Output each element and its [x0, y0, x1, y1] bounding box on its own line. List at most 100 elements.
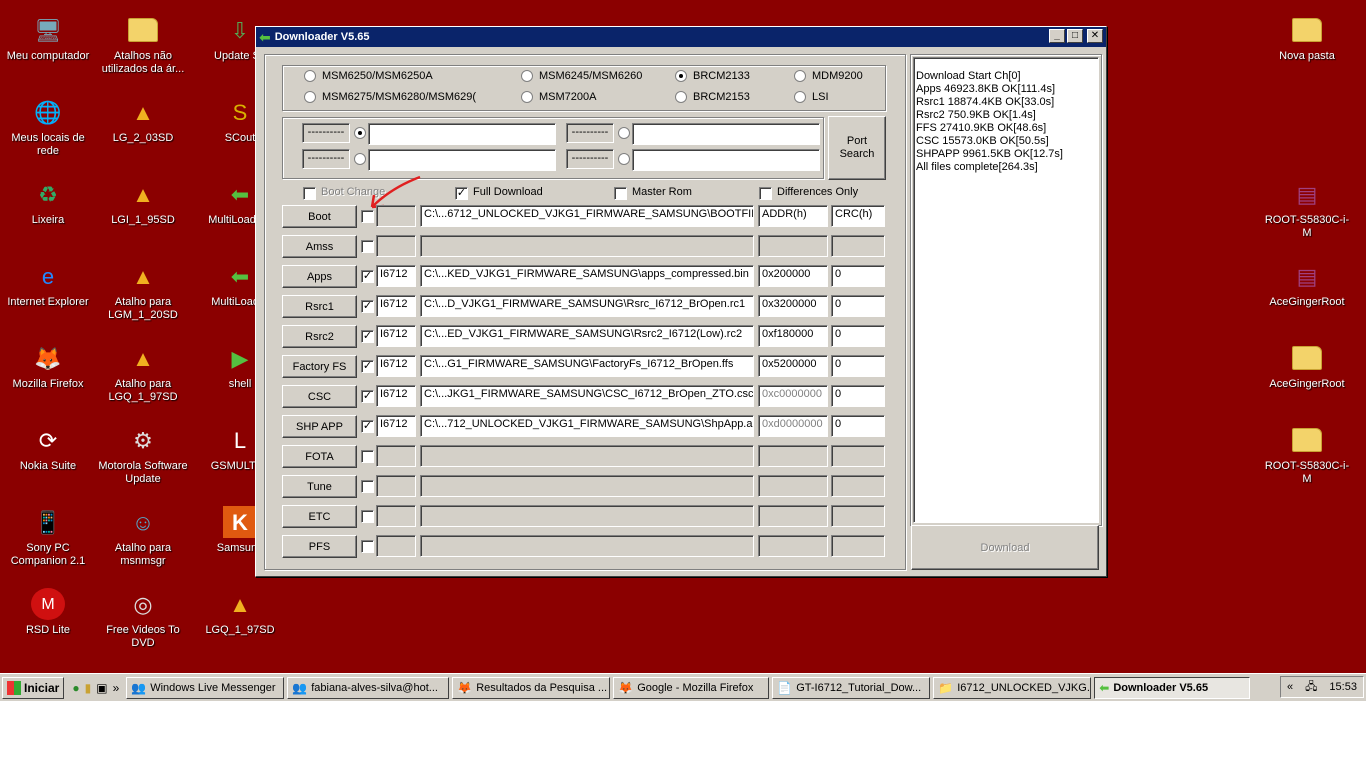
chipset-radio[interactable]: MSM6245/MSM6260 — [521, 70, 642, 82]
row-select-button[interactable]: Amss — [282, 235, 357, 258]
taskbar-task[interactable]: 📁 I6712_UNLOCKED_VJKG... — [933, 676, 1092, 699]
messenger-quicklaunch-icon[interactable]: ● — [72, 681, 79, 695]
row-select-button[interactable]: Factory FS — [282, 355, 357, 378]
port-field[interactable] — [632, 149, 820, 171]
row-crc-field[interactable]: 0 — [831, 415, 885, 437]
desktop-icon[interactable]: ⚙ Motorola Software Update — [95, 424, 191, 486]
desktop-icon[interactable]: ▤ ROOT-S5830C-i-M — [1259, 178, 1355, 240]
row-address-field[interactable]: 0x5200000 — [758, 355, 828, 377]
desktop-icon[interactable]: Atalhos não utilizados da ár... — [95, 14, 191, 76]
row-crc-field[interactable] — [831, 475, 885, 497]
desktop-icon[interactable]: Nova pasta — [1259, 14, 1355, 63]
row-checkbox[interactable]: ✓ — [361, 360, 374, 373]
chipset-radio[interactable]: MDM9200 — [794, 70, 863, 82]
download-button[interactable]: Download — [911, 525, 1099, 570]
taskbar-task[interactable]: 📄 GT-I6712_Tutorial_Dow... — [772, 676, 931, 699]
desktop-icon[interactable]: ▲ Atalho para LGQ_1_97SD — [95, 342, 191, 404]
port-radio[interactable] — [354, 127, 366, 139]
row-crc-field[interactable]: CRC(h) — [831, 205, 885, 227]
row-checkbox[interactable]: ✓ — [361, 420, 374, 433]
start-button[interactable]: Iniciar — [2, 676, 65, 699]
row-crc-field[interactable]: 0 — [831, 325, 885, 347]
row-select-button[interactable]: CSC — [282, 385, 357, 408]
row-select-button[interactable]: ETC — [282, 505, 357, 528]
row-path-field[interactable] — [420, 235, 754, 257]
desktop-icon[interactable]: e Internet Explorer — [0, 260, 96, 309]
desktop-icon[interactable]: AceGingerRoot — [1259, 342, 1355, 391]
row-crc-field[interactable]: 0 — [831, 295, 885, 317]
row-path-field[interactable]: C:\...G1_FIRMWARE_SAMSUNG\FactoryFs_I671… — [420, 355, 754, 377]
close-button[interactable]: ✕ — [1087, 29, 1103, 43]
desktop-icon[interactable]: ▤ AceGingerRoot — [1259, 260, 1355, 309]
row-address-field[interactable]: 0x3200000 — [758, 295, 828, 317]
row-checkbox[interactable]: ✓ — [361, 270, 374, 283]
row-crc-field[interactable]: 0 — [831, 265, 885, 287]
full-download-checkbox[interactable]: ✓ — [455, 187, 468, 200]
row-checkbox[interactable]: ✓ — [361, 390, 374, 403]
row-select-button[interactable]: PFS — [282, 535, 357, 558]
taskbar-task[interactable]: 🦊 Google - Mozilla Firefox — [613, 676, 770, 699]
desktop-icon[interactable]: M RSD Lite — [0, 588, 96, 637]
desktop-icon[interactable]: 🖥 Meu computador — [0, 14, 96, 63]
row-select-button[interactable]: Rsrc2 — [282, 325, 357, 348]
master-rom-checkbox[interactable] — [614, 187, 627, 200]
port-field[interactable] — [368, 123, 556, 145]
row-address-field[interactable]: ADDR(h) — [758, 205, 828, 227]
port-field[interactable] — [368, 149, 556, 171]
desktop-icon[interactable]: ☺ Atalho para msnmsgr — [95, 506, 191, 568]
port-radio[interactable] — [354, 153, 366, 165]
row-select-button[interactable]: Boot — [282, 205, 357, 228]
port-radio[interactable] — [618, 127, 630, 139]
row-address-field[interactable]: 0xd0000000 — [758, 415, 828, 437]
row-select-button[interactable]: Tune — [282, 475, 357, 498]
port-search-button[interactable]: Port Search — [828, 116, 886, 180]
desktop-icon[interactable]: ▲ LGI_1_95SD — [95, 178, 191, 227]
row-address-field[interactable] — [758, 535, 828, 557]
row-path-field[interactable]: C:\...712_UNLOCKED_VJKG1_FIRMWARE_SAMSUN… — [420, 415, 754, 437]
row-path-field[interactable] — [420, 535, 754, 557]
quicklaunch-expand-button[interactable]: » — [113, 681, 120, 695]
row-crc-field[interactable] — [831, 535, 885, 557]
row-crc-field[interactable]: 0 — [831, 385, 885, 407]
minimize-button[interactable]: _ — [1049, 29, 1065, 43]
row-checkbox[interactable]: ✓ — [361, 330, 374, 343]
tray-expand-button[interactable]: « — [1287, 681, 1293, 693]
row-crc-field[interactable] — [831, 505, 885, 527]
row-checkbox[interactable]: ✓ — [361, 300, 374, 313]
row-address-field[interactable]: 0x200000 — [758, 265, 828, 287]
row-crc-field[interactable]: 0 — [831, 355, 885, 377]
row-address-field[interactable] — [758, 475, 828, 497]
row-path-field[interactable]: C:\...KED_VJKG1_FIRMWARE_SAMSUNG\apps_co… — [420, 265, 754, 287]
row-crc-field[interactable] — [831, 235, 885, 257]
row-path-field[interactable]: C:\...ED_VJKG1_FIRMWARE_SAMSUNG\Rsrc2_I6… — [420, 325, 754, 347]
row-checkbox[interactable] — [361, 240, 374, 253]
folder-quicklaunch-icon[interactable]: ▮ — [85, 681, 92, 695]
desktop-icon[interactable]: ▲ Atalho para LGM_1_20SD — [95, 260, 191, 322]
desktop-icon[interactable]: ▲ LG_2_03SD — [95, 96, 191, 145]
row-checkbox[interactable] — [361, 510, 374, 523]
port-field[interactable] — [632, 123, 820, 145]
desktop-icon[interactable]: ◎ Free Videos To DVD — [95, 588, 191, 650]
row-path-field[interactable] — [420, 445, 754, 467]
taskbar-task[interactable]: ⬅ Downloader V5.65 — [1094, 676, 1251, 699]
row-address-field[interactable]: 0xf180000 — [758, 325, 828, 347]
network-tray-icon[interactable]: 🖧 — [1305, 678, 1317, 697]
row-select-button[interactable]: FOTA — [282, 445, 357, 468]
row-checkbox[interactable] — [361, 540, 374, 553]
window-titlebar[interactable]: ⬅ Downloader V5.65 _ □ ✕ — [256, 27, 1106, 47]
row-address-field[interactable] — [758, 235, 828, 257]
desktop-icon[interactable]: 🌐 Meus locais de rede — [0, 96, 96, 158]
desktop-icon[interactable]: ⟳ Nokia Suite — [0, 424, 96, 473]
chipset-radio[interactable]: MSM6275/MSM6280/MSM629( — [304, 91, 477, 103]
taskbar-task[interactable]: 👥 fabiana-alves-silva@hot... — [287, 676, 450, 699]
taskbar-task[interactable]: 🦊 Resultados da Pesquisa ... — [452, 676, 611, 699]
desktop-icon[interactable]: 📱 Sony PC Companion 2.1 — [0, 506, 96, 568]
row-path-field[interactable]: C:\...D_VJKG1_FIRMWARE_SAMSUNG\Rsrc_I671… — [420, 295, 754, 317]
row-address-field[interactable] — [758, 505, 828, 527]
clock[interactable]: 15:53 — [1329, 681, 1357, 693]
row-select-button[interactable]: SHP APP — [282, 415, 357, 438]
taskbar-task[interactable]: 👥 Windows Live Messenger — [126, 676, 285, 699]
chipset-radio[interactable]: MSM6250/MSM6250A — [304, 70, 433, 82]
row-select-button[interactable]: Apps — [282, 265, 357, 288]
row-path-field[interactable] — [420, 505, 754, 527]
